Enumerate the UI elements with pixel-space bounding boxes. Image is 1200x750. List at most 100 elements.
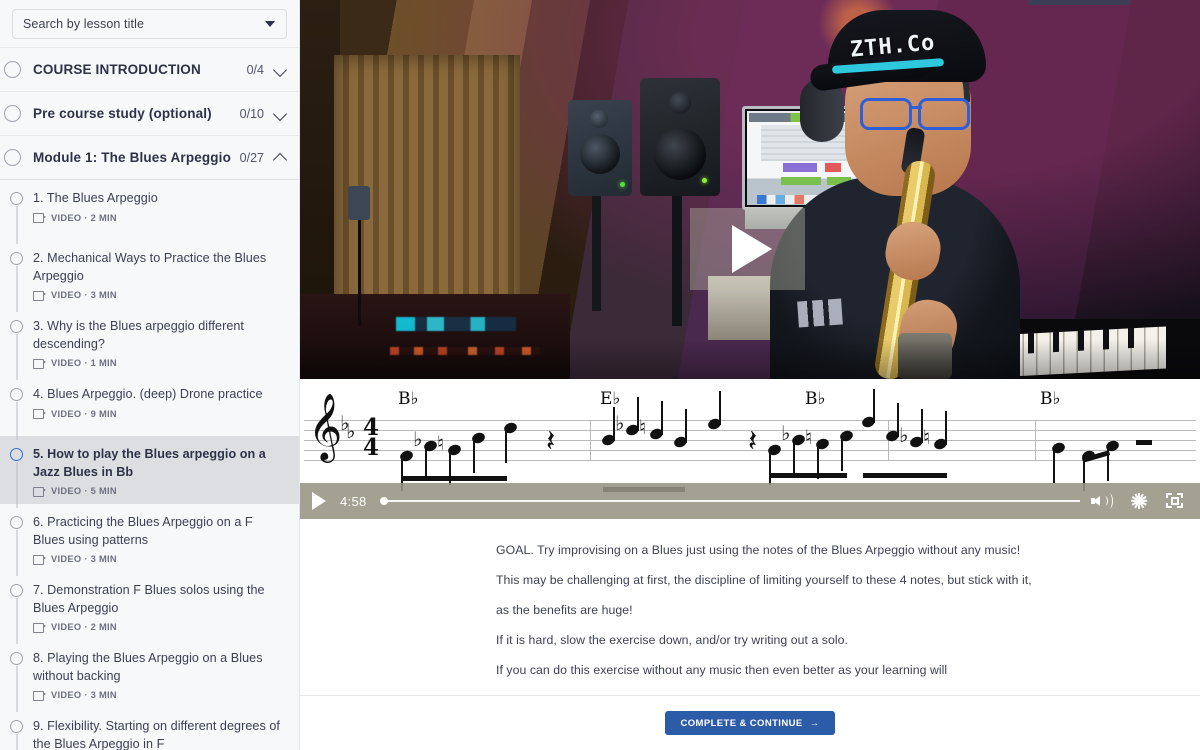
lesson-item-9[interactable]: 9. Flexibility. Starting on different de… bbox=[0, 708, 299, 750]
scene-monitor-stand-left bbox=[592, 196, 601, 311]
barline-0 bbox=[590, 420, 591, 461]
lesson-item-8[interactable]: 8. Playing the Blues Arpeggio on a Blues… bbox=[0, 640, 299, 708]
lesson-status-circle bbox=[10, 388, 23, 401]
lesson-meta-text: VIDEO · 3 MIN bbox=[51, 290, 117, 300]
lesson-title: 1. The Blues Arpeggio bbox=[33, 190, 283, 208]
accidental-11: ♭ bbox=[781, 423, 790, 443]
video-player[interactable]: ZTH.Co 𝄞♭♭44B♭E♭B♭B♭♭♮♭♮♭♮♭♮𝄽𝄽 bbox=[300, 0, 1200, 519]
lesson-item-4[interactable]: 4. Blues Arpeggio. (deep) Drone practice… bbox=[0, 376, 299, 436]
course-sidebar: Search by lesson title COURSE INTRODUCTI… bbox=[0, 0, 300, 750]
note-stem-11 bbox=[793, 441, 795, 475]
beam-0 bbox=[401, 476, 507, 481]
lesson-title: 6. Practicing the Blues Arpeggio on a F … bbox=[33, 514, 283, 549]
lesson-title: 4. Blues Arpeggio. (deep) Drone practice bbox=[33, 386, 283, 404]
video-camera-icon bbox=[33, 291, 46, 300]
chord-symbol-3: B♭ bbox=[1040, 389, 1061, 409]
accidental-1: ♭ bbox=[413, 429, 422, 449]
chevron-up-icon[interactable] bbox=[274, 151, 287, 164]
lesson-title: 5. How to play the Blues arpeggio on a J… bbox=[33, 446, 283, 481]
scene-studio-monitor-right bbox=[640, 78, 720, 196]
chevron-down-icon[interactable] bbox=[274, 63, 287, 76]
note-stem-3 bbox=[473, 439, 475, 473]
lesson-bullet-column bbox=[0, 190, 33, 232]
seek-bar[interactable] bbox=[377, 494, 1080, 508]
note-stem-8 bbox=[685, 409, 687, 443]
search-container: Search by lesson title bbox=[0, 0, 299, 47]
video-camera-icon bbox=[33, 487, 46, 496]
play-triangle-icon bbox=[732, 225, 772, 273]
lesson-paragraph-1: This may be challenging at first, the di… bbox=[496, 573, 1130, 587]
scene-studio-monitor-left bbox=[568, 100, 632, 196]
chord-symbol-1: E♭ bbox=[600, 389, 620, 409]
lesson-meta: VIDEO · 2 MIN bbox=[33, 622, 283, 632]
chord-symbol-0: B♭ bbox=[398, 389, 419, 409]
scene-gear-display bbox=[396, 317, 516, 331]
lesson-paragraph-3: If it is hard, slow the exercise down, a… bbox=[496, 633, 1130, 647]
complete-button-label: COMPLETE & CONTINUE bbox=[680, 718, 802, 729]
lesson-item-1[interactable]: 1. The Blues Arpeggio VIDEO · 2 MIN bbox=[0, 180, 299, 240]
lesson-meta: VIDEO · 2 MIN bbox=[33, 213, 283, 223]
lesson-meta-text: VIDEO · 2 MIN bbox=[51, 213, 117, 223]
lesson-item-7[interactable]: 7. Demonstration F Blues solos using the… bbox=[0, 572, 299, 640]
section-progress-circle bbox=[4, 61, 21, 78]
scene-glasses-bridge bbox=[910, 106, 922, 109]
seek-handle[interactable] bbox=[380, 497, 388, 505]
accidental-7: ♮ bbox=[639, 417, 646, 437]
video-camera-icon bbox=[33, 555, 46, 564]
chevron-down-icon[interactable] bbox=[265, 21, 275, 27]
note-stem-13 bbox=[841, 437, 843, 471]
lesson-status-circle bbox=[10, 584, 23, 597]
time-signature-bottom: 4 bbox=[362, 437, 380, 458]
scene-glasses-left bbox=[860, 98, 912, 130]
lesson-meta-text: VIDEO · 5 MIN bbox=[51, 486, 117, 496]
lesson-status-circle bbox=[10, 448, 23, 461]
lesson-bullet-column bbox=[0, 582, 33, 632]
key-signature-flat-1: ♭ bbox=[346, 421, 355, 441]
lesson-meta-text: VIDEO · 1 MIN bbox=[51, 358, 117, 368]
lesson-item-6[interactable]: 6. Practicing the Blues Arpeggio on a F … bbox=[0, 504, 299, 572]
lesson-meta: VIDEO · 1 MIN bbox=[33, 358, 283, 368]
section-progress-circle bbox=[4, 105, 21, 122]
quarter-rest-1: 𝄽 bbox=[748, 427, 757, 457]
accidental-17: ♮ bbox=[923, 427, 930, 447]
video-camera-icon bbox=[33, 213, 46, 222]
lesson-meta-text: VIDEO · 9 MIN bbox=[51, 409, 117, 419]
lesson-bullet-column bbox=[0, 446, 33, 496]
accidental-12: ♮ bbox=[805, 427, 812, 447]
lesson-item-3[interactable]: 3. Why is the Blues arpeggio different d… bbox=[0, 308, 299, 376]
section-header-1[interactable]: Pre course study (optional)0/10 bbox=[0, 91, 299, 135]
lesson-meta: VIDEO · 3 MIN bbox=[33, 290, 283, 300]
beam-3 bbox=[863, 473, 947, 478]
search-input[interactable]: Search by lesson title bbox=[12, 9, 287, 39]
treble-clef-icon: 𝄞 bbox=[308, 397, 342, 455]
main-content: ZTH.Co 𝄞♭♭44B♭E♭B♭B♭♭♮♭♮♭♮♭♮𝄽𝄽 bbox=[300, 0, 1200, 750]
lesson-description: GOAL. Try improvising on a Blues just us… bbox=[300, 519, 1200, 695]
volume-icon[interactable] bbox=[1090, 488, 1116, 514]
gear-icon[interactable] bbox=[1126, 488, 1152, 514]
play-icon[interactable] bbox=[312, 492, 326, 510]
complete-and-continue-button[interactable]: COMPLETE & CONTINUE → bbox=[665, 711, 834, 735]
lesson-meta: VIDEO · 9 MIN bbox=[33, 409, 283, 419]
section-header-0[interactable]: COURSE INTRODUCTION0/4 bbox=[0, 47, 299, 91]
lesson-list: 1. The Blues Arpeggio VIDEO · 2 MIN 2. Mec… bbox=[0, 179, 299, 750]
video-camera-icon bbox=[33, 409, 46, 418]
lesson-paragraph-2: as the benefits are huge! bbox=[496, 603, 1130, 617]
lesson-title: 2. Mechanical Ways to Practice the Blues… bbox=[33, 250, 283, 285]
lesson-title: 3. Why is the Blues arpeggio different d… bbox=[33, 318, 283, 353]
chevron-down-icon[interactable] bbox=[274, 107, 287, 120]
lesson-item-2[interactable]: 2. Mechanical Ways to Practice the Blues… bbox=[0, 240, 299, 308]
lesson-meta-text: VIDEO · 2 MIN bbox=[51, 622, 117, 632]
lesson-item-5[interactable]: 5. How to play the Blues arpeggio on a J… bbox=[0, 436, 299, 504]
lesson-meta-text: VIDEO · 3 MIN bbox=[51, 690, 117, 700]
fullscreen-icon[interactable] bbox=[1162, 488, 1188, 514]
play-overlay-button[interactable] bbox=[690, 208, 805, 290]
lesson-meta-text: VIDEO · 3 MIN bbox=[51, 554, 117, 564]
section-header-2[interactable]: Module 1: The Blues Arpeggio0/27 bbox=[0, 135, 299, 179]
note-stem-9 bbox=[719, 391, 721, 425]
lesson-meta: VIDEO · 3 MIN bbox=[33, 690, 283, 700]
top-bar-stub bbox=[1028, 0, 1130, 5]
lesson-paragraph-4: If you can do this exercise without any … bbox=[496, 663, 1130, 677]
lesson-status-circle bbox=[10, 516, 23, 529]
note-stem-18 bbox=[1053, 449, 1055, 483]
note-stem-14 bbox=[873, 389, 875, 423]
